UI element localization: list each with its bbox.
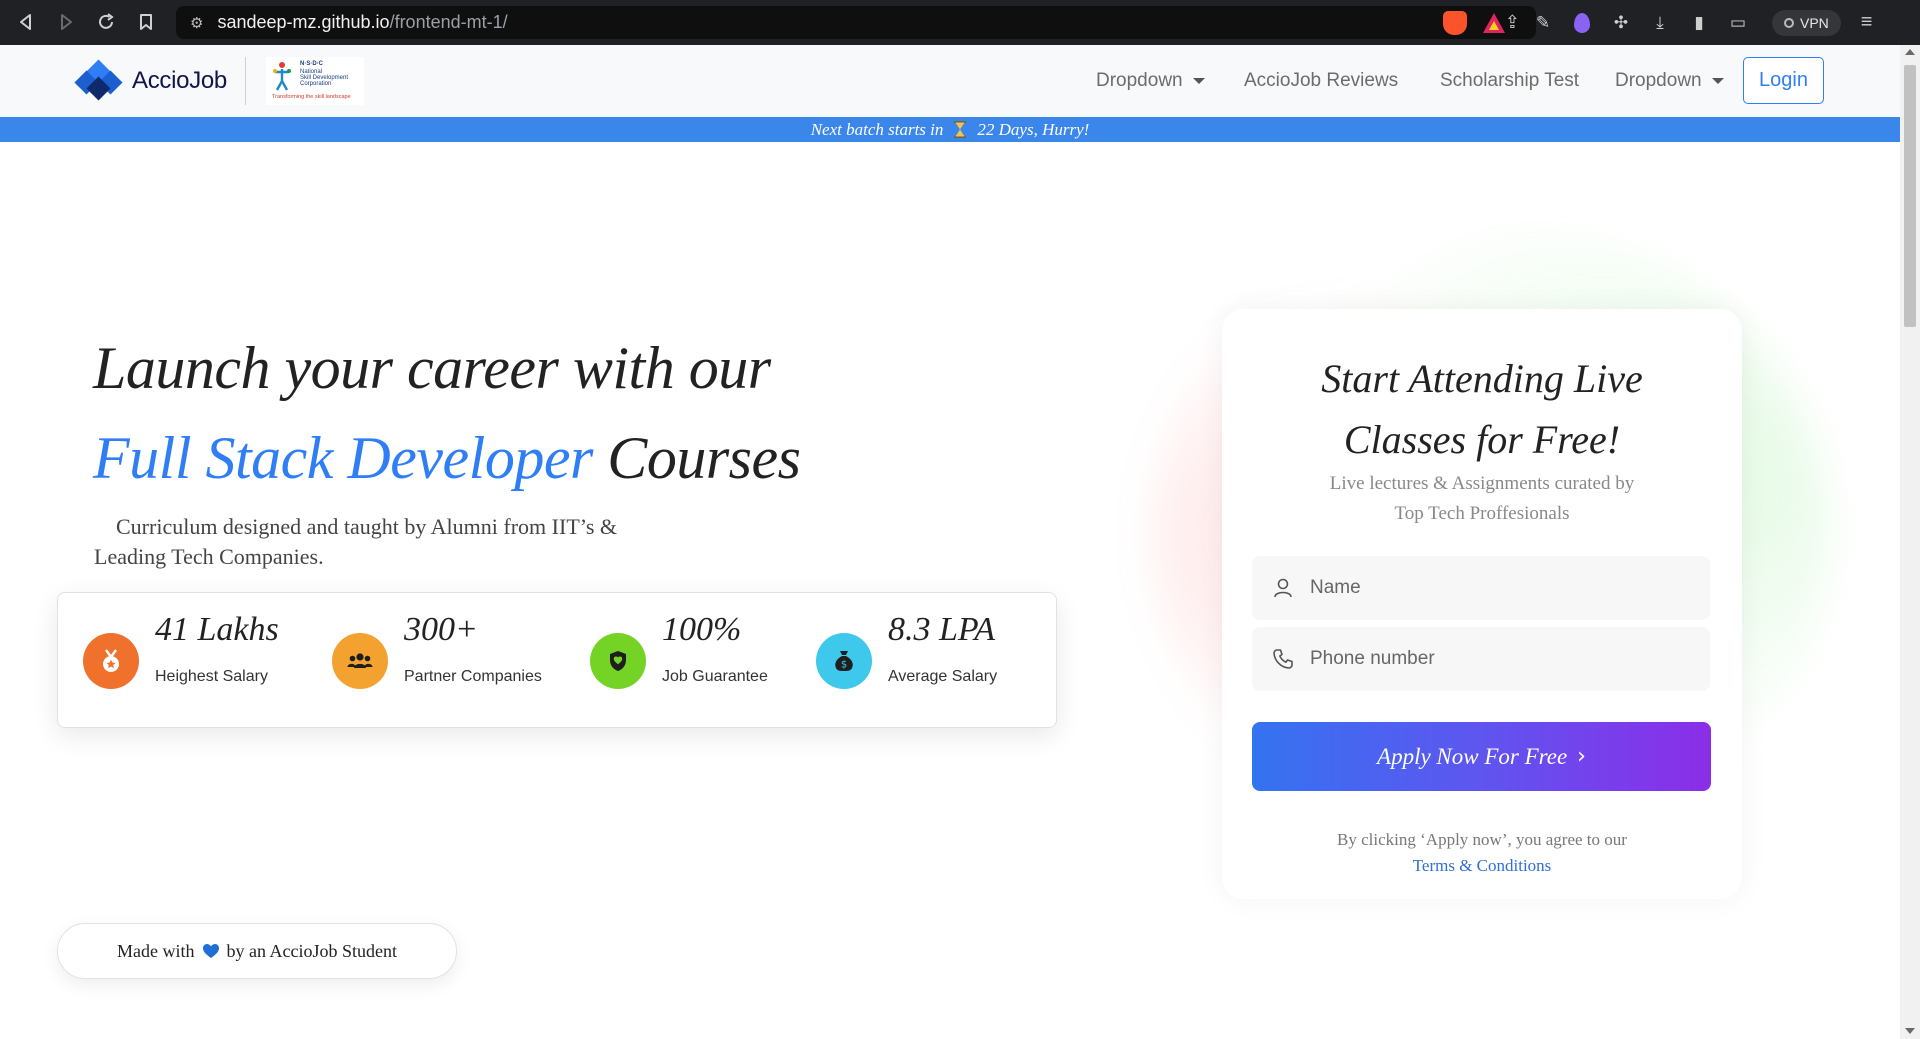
nsdc-abbrev: N·S·D·C: [300, 61, 323, 67]
nsdc-tagline: Transforming the skill landscape: [272, 94, 351, 100]
made-with-prefix: Made with: [117, 940, 195, 961]
phone-icon: [1273, 649, 1293, 669]
phone-field[interactable]: [1252, 627, 1710, 691]
banner-prefix: Next batch starts in: [810, 119, 944, 139]
acciojob-logo-icon: [74, 59, 123, 101]
brave-shields-icon[interactable]: [1440, 8, 1470, 38]
back-icon: [20, 14, 31, 30]
extension-pen-icon[interactable]: ✎: [1528, 8, 1558, 38]
nav-item-dropdown-1[interactable]: Dropdown: [1096, 45, 1205, 117]
scroll-up-icon[interactable]: [1905, 49, 1915, 55]
nav-link-label: Dropdown: [1615, 70, 1702, 91]
stat-value: 300+: [404, 611, 478, 648]
stat-value: 41 Lakhs: [155, 611, 279, 648]
wallet-icon[interactable]: ▭: [1723, 8, 1753, 38]
vpn-label: VPN: [1800, 14, 1829, 31]
nav-item-dropdown-2[interactable]: Dropdown: [1615, 45, 1724, 117]
nsdc-line-3: Corporation: [300, 81, 332, 87]
browser-menu-icon[interactable]: ≡: [1861, 11, 1873, 34]
page-scrollbar[interactable]: [1900, 45, 1920, 1039]
hero-title-rest: Courses: [607, 425, 801, 491]
site-settings-icon[interactable]: ⚙: [190, 14, 203, 32]
hero-title-line-1: Launch your career with our: [93, 335, 771, 401]
brave-rewards-icon[interactable]: [1479, 8, 1509, 38]
hero-title-line-2: Full Stack Developer Courses: [93, 424, 801, 493]
terms-prefix: By clicking ‘Apply now’, you agree to ou…: [1337, 830, 1627, 849]
sidebar-icon[interactable]: ▮: [1684, 8, 1714, 38]
form-subtitle: Live lectures & Assignments curated by T…: [1329, 473, 1635, 524]
signup-card: Start Attending Live Classes for Free! L…: [1222, 309, 1742, 899]
shield-icon: [590, 633, 646, 689]
money-bag-icon: $: [816, 633, 872, 689]
back-button[interactable]: [8, 4, 44, 40]
terms-link[interactable]: Terms & Conditions: [1413, 856, 1552, 875]
reload-icon: [99, 13, 114, 29]
batch-banner: Next batch starts in 22 Days, Hurry!: [0, 117, 1900, 142]
browser-toolbar: ⚙ sandeep-mz.github.io/frontend-mt-1/ ⇪ …: [0, 0, 1920, 45]
stat-label: Heighest Salary: [155, 668, 268, 685]
url-path: /frontend-mt-1/: [389, 12, 508, 32]
scrollbar-thumb[interactable]: [1904, 65, 1916, 327]
caret-down-icon: [1192, 78, 1205, 84]
site-navbar: AccioJob N·S·D·C National Skill Developm…: [0, 45, 1900, 117]
stats-card: 41 Lakhs Heighest Salary 300+ Partner Co…: [57, 592, 1057, 728]
name-input[interactable]: [1310, 577, 1690, 599]
logo-divider: [245, 57, 246, 105]
bookmark-icon: [140, 14, 152, 30]
extension-drop-icon[interactable]: [1567, 8, 1597, 38]
chevron-right-icon: ›: [1577, 744, 1586, 769]
url-host: sandeep-mz.github.io: [217, 12, 390, 32]
forward-icon: [61, 14, 72, 30]
extensions-area: ✎ ✣ ⤓ ▮ ▭ VPN ≡: [1440, 0, 1872, 45]
hero-title-accent: Full Stack Developer: [93, 425, 593, 491]
stat-label: Average Salary: [888, 668, 998, 685]
downloads-icon[interactable]: ⤓: [1645, 8, 1675, 38]
user-icon: [1274, 578, 1292, 598]
nav-link-label: AccioJob Reviews: [1244, 70, 1399, 91]
caret-down-icon: [1711, 78, 1724, 84]
reload-button[interactable]: [88, 4, 124, 40]
stat-value: 100%: [662, 611, 742, 648]
banner-suffix: 22 Days, Hurry!: [977, 119, 1090, 139]
stat-label: Job Guarantee: [662, 668, 768, 685]
nav-item-acciojob-reviews[interactable]: AccioJob Reviews: [1244, 45, 1398, 117]
vpn-button[interactable]: VPN: [1772, 9, 1841, 36]
apply-now-button[interactable]: Apply Now For Free ›: [1252, 722, 1711, 791]
terms-notice: By clicking ‘Apply now’, you agree to ou…: [1222, 827, 1742, 879]
medal-icon: [83, 633, 139, 689]
stat-label: Partner Companies: [404, 668, 542, 685]
brand-logo[interactable]: AccioJob: [74, 59, 227, 101]
name-field[interactable]: [1252, 556, 1710, 620]
nsdc-figure-icon: [273, 62, 291, 91]
hourglass-icon: [954, 121, 967, 138]
svg-text:$: $: [841, 660, 847, 671]
apply-button-label: Apply Now For Free: [1377, 743, 1568, 769]
forward-button[interactable]: [48, 4, 84, 40]
nav-link-label: Dropdown: [1096, 70, 1183, 91]
heart-icon: [202, 944, 219, 958]
hero-subtitle: Curriculum designed and taught by Alumni…: [94, 514, 618, 569]
address-bar[interactable]: ⚙ sandeep-mz.github.io/frontend-mt-1/ ⇪: [176, 6, 1536, 39]
made-with-suffix: by an AccioJob Student: [226, 940, 397, 961]
scroll-down-icon[interactable]: [1905, 1028, 1915, 1034]
phone-input[interactable]: [1310, 648, 1690, 670]
extensions-puzzle-icon[interactable]: ✣: [1606, 8, 1636, 38]
nsdc-logo: N·S·D·C National Skill Development Corpo…: [266, 57, 364, 105]
form-title: Start Attending Live Classes for Free!: [1321, 356, 1643, 462]
nav-link-label: Scholarship Test: [1440, 70, 1580, 91]
vpn-status-icon: [1784, 17, 1794, 28]
made-with-badge: Made with by an AccioJob Student: [57, 923, 457, 979]
stat-value: 8.3 LPA: [888, 611, 996, 648]
bookmark-button[interactable]: [128, 4, 164, 40]
brand-name: AccioJob: [132, 67, 227, 94]
people-icon: [332, 633, 388, 689]
login-button[interactable]: Login: [1743, 57, 1824, 104]
nav-item-scholarship-test[interactable]: Scholarship Test: [1440, 45, 1579, 117]
